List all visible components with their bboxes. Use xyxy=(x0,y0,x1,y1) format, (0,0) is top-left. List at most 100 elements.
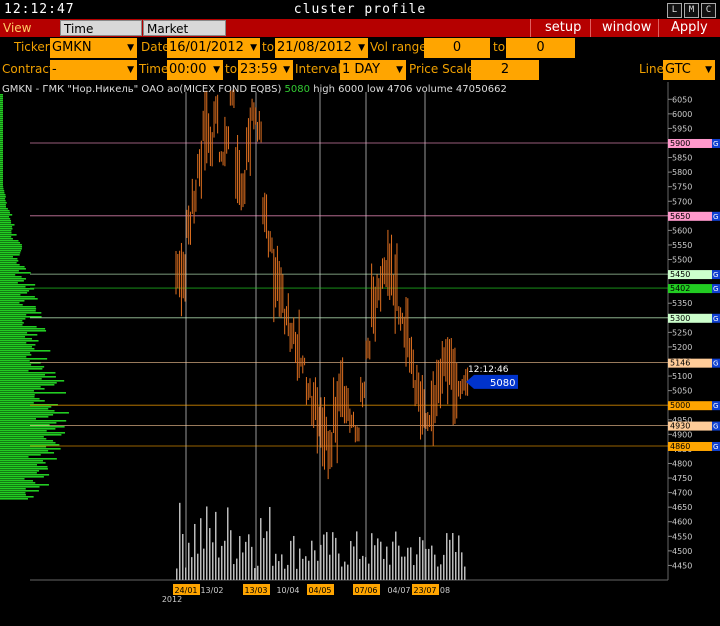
x-tick-label: 08 xyxy=(440,586,450,595)
volume-profile-bar xyxy=(0,228,13,230)
volume-bar xyxy=(356,531,358,580)
volume-profile-bar xyxy=(0,230,12,232)
volume-bar xyxy=(350,541,352,580)
volume-profile-bar xyxy=(0,258,18,260)
volume-profile-bar xyxy=(0,152,3,154)
time-to-select[interactable]: 23:59 ▼ xyxy=(238,60,293,80)
volume-profile-bar xyxy=(0,300,25,302)
y-tick-label: 5200 xyxy=(672,343,692,352)
contract-value: - xyxy=(52,62,57,77)
volume-bar xyxy=(242,552,244,580)
volume-profile-bar xyxy=(0,154,3,156)
volume-bar xyxy=(206,506,208,580)
volume-bar xyxy=(230,530,232,580)
y-tick-label: 4600 xyxy=(672,518,692,527)
volume-bar xyxy=(272,565,274,580)
y-tick-label: 5250 xyxy=(672,328,692,337)
volume-bar xyxy=(341,566,343,580)
line-select[interactable]: GTC ▼ xyxy=(663,60,715,80)
volume-bar xyxy=(317,560,319,580)
volume-bar xyxy=(191,557,193,580)
controls-row-2: Contract - ▼ Time 00:00 ▼ to 23:59 ▼ Interv… xyxy=(0,59,720,81)
time-from-value: 00:00 xyxy=(169,62,207,77)
window-button-m[interactable]: M xyxy=(684,3,699,18)
volume-bar xyxy=(461,552,463,580)
volume-profile-bar xyxy=(0,326,37,328)
volume-bar xyxy=(440,564,442,580)
volume-bar xyxy=(197,553,199,580)
date-from-select[interactable]: 16/01/2012 ▼ xyxy=(167,38,260,58)
volume-bar xyxy=(314,550,316,580)
volume-bar xyxy=(431,545,433,580)
setup-menu[interactable]: setup xyxy=(545,20,581,36)
chevron-down-icon: ▼ xyxy=(396,65,403,75)
date-to-select[interactable]: 21/08/2012 ▼ xyxy=(275,38,368,58)
volume-bar xyxy=(299,548,301,580)
volume-profile-bar xyxy=(0,370,29,372)
vol-to-input[interactable]: 0 xyxy=(506,38,575,58)
volume-profile-bar xyxy=(0,466,48,468)
menu-bar: View DOM Time Interval Market Watch setu… xyxy=(0,19,720,52)
volume-profile-bar xyxy=(0,226,13,228)
volume-bar xyxy=(359,558,361,580)
time-from-select[interactable]: 00:00 ▼ xyxy=(167,60,223,80)
volume-profile-bar xyxy=(0,418,37,420)
volume-profile-bar xyxy=(0,102,3,104)
window-menu[interactable]: window xyxy=(602,20,651,36)
volume-bar xyxy=(446,533,448,580)
volume-profile-bar xyxy=(0,238,13,240)
y-tick-label: 4450 xyxy=(672,561,692,570)
vol-from-input[interactable]: 0 xyxy=(424,38,490,58)
volume-profile-bar xyxy=(0,206,7,208)
volume-bar xyxy=(371,533,373,580)
volume-profile-bar xyxy=(0,478,25,480)
volume-profile-bar xyxy=(0,170,3,172)
volume-profile-bar xyxy=(0,264,20,266)
interval-select[interactable]: 1 DAY ▼ xyxy=(340,60,406,80)
y-tick-label: 5550 xyxy=(672,241,692,250)
tab-view-dom[interactable]: View DOM xyxy=(0,20,64,51)
y-tick-label: 5500 xyxy=(672,256,692,265)
low-price: low 4706 xyxy=(366,84,413,95)
volume-profile-bar xyxy=(0,304,23,306)
price-level-label: 4930 xyxy=(670,422,690,431)
ticker-select[interactable]: GMKN ▼ xyxy=(50,38,137,58)
volume-profile-bar xyxy=(0,444,60,446)
volume-profile-bar xyxy=(0,268,26,270)
volume-profile-bar xyxy=(0,430,47,432)
volume-profile-bar xyxy=(0,236,12,238)
volume-profile-bar xyxy=(0,484,49,486)
contract-label: Contract xyxy=(2,62,54,76)
volume-bar xyxy=(236,558,238,580)
price-scale-input[interactable]: 2 xyxy=(471,60,539,80)
volume-bar xyxy=(278,561,280,580)
price-chart[interactable]: 6050 6000 5950 5900 5850 5800 5750 5700 5650 5600… xyxy=(0,82,720,622)
y-tick-label: 4550 xyxy=(672,532,692,541)
volume-bar xyxy=(395,531,397,580)
volume-profile-bar xyxy=(0,390,34,392)
interval-label: Interval xyxy=(295,62,341,76)
window-button-c[interactable]: C xyxy=(701,3,716,18)
volume-bar xyxy=(425,548,427,580)
volume-profile-bar xyxy=(0,242,21,244)
volume-profile-bar xyxy=(0,162,3,164)
volume-profile-bar xyxy=(0,194,6,196)
contract-select[interactable]: - ▼ xyxy=(50,60,137,80)
volume-bar xyxy=(323,534,325,580)
window-titlebar: 12:12:47 cluster profile L M C xyxy=(0,0,720,21)
level-g-label: G xyxy=(713,360,718,368)
volume-profile-bar xyxy=(0,142,3,144)
volume-profile-bar xyxy=(0,150,3,152)
volume-profile-bar xyxy=(0,118,3,120)
volume-profile-bar xyxy=(0,298,38,300)
x-tick-label: 04/05 xyxy=(308,586,331,595)
tab-time-interval[interactable]: Time Interval xyxy=(60,20,142,52)
volume-bar xyxy=(221,545,223,580)
chart-area[interactable]: 6050 6000 5950 5900 5850 5800 5750 5700 5650 5600… xyxy=(0,82,720,622)
apply-button[interactable]: Apply xyxy=(671,20,708,36)
window-button-l[interactable]: L xyxy=(667,3,682,18)
volume-profile-bar xyxy=(0,388,45,390)
tab-market-watch[interactable]: Market Watch xyxy=(143,20,226,52)
volume-profile-bar xyxy=(0,374,46,376)
volume-profile-bar xyxy=(0,196,6,198)
